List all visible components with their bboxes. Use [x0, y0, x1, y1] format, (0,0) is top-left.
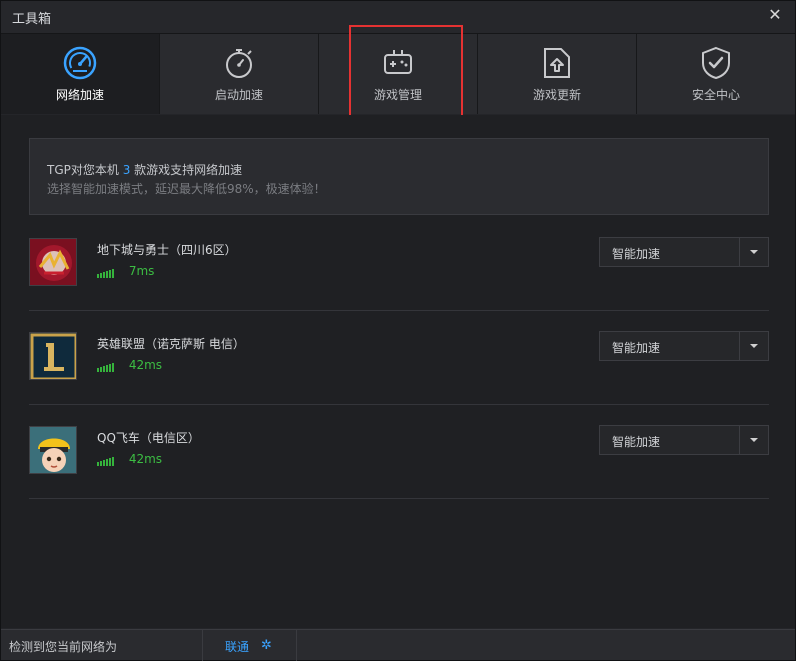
ping-value: 42ms — [128, 451, 163, 466]
ping-indicator: 42ms — [97, 451, 163, 466]
game-row: 地下城与勇士（四川6区） 7ms 智能加速 — [29, 217, 769, 311]
info-prefix: TGP对您本机 — [47, 163, 119, 177]
signal-bars-icon — [97, 452, 115, 466]
chevron-down-icon[interactable] — [740, 238, 768, 266]
accel-mode-value: 智能加速 — [612, 435, 661, 449]
accel-mode-select[interactable]: 智能加速 — [599, 331, 769, 361]
lol-game-icon — [29, 332, 77, 380]
gear-icon[interactable]: ✲ — [261, 638, 272, 653]
signal-bars-icon — [97, 358, 115, 372]
isp-section[interactable]: 联通 ✲ — [203, 630, 297, 661]
tab-game-management[interactable]: 游戏管理 — [319, 34, 478, 114]
network-label: 检测到您当前网络为 — [9, 640, 118, 654]
ping-value: 7ms — [128, 263, 155, 278]
network-status-section: 检测到您当前网络为 — [1, 630, 203, 661]
toolbox-window: 工具箱 ✕ 网络加速 启动加速 游戏管理 游戏更新 安全中心 TGP对您本机 3… — [0, 0, 796, 661]
tab-label: 安全中心 — [691, 88, 740, 102]
shield-check-icon — [702, 46, 730, 80]
accel-mode-select[interactable]: 智能加速 — [599, 425, 769, 455]
chevron-down-icon[interactable] — [740, 332, 768, 360]
speedometer-icon — [63, 46, 97, 80]
close-button[interactable]: ✕ — [765, 5, 785, 25]
tab-label: 游戏更新 — [532, 88, 581, 102]
game-name: 地下城与勇士（四川6区） — [97, 243, 237, 257]
qq-speed-game-icon — [29, 426, 77, 474]
info-suffix: 款游戏支持网络加速 — [134, 163, 243, 177]
chevron-down-icon[interactable] — [740, 426, 768, 454]
tab-label: 启动加速 — [214, 88, 263, 102]
info-subtitle: 选择智能加速模式，延迟最大降低98%，极速体验！ — [47, 182, 326, 196]
gamepad-icon — [384, 50, 412, 74]
tab-game-update[interactable]: 游戏更新 — [478, 34, 637, 114]
tab-label: 网络加速 — [55, 88, 104, 102]
game-name: QQ飞车（电信区） — [97, 431, 200, 445]
game-name: 英雄联盟（诺克萨斯 电信） — [97, 337, 245, 351]
info-game-count: 3 — [122, 163, 131, 177]
tab-startup-accel[interactable]: 启动加速 — [160, 34, 319, 114]
info-banner: TGP对您本机 3 款游戏支持网络加速 选择智能加速模式，延迟最大降低98%，极… — [29, 138, 769, 215]
stopwatch-icon — [226, 49, 252, 78]
isp-name[interactable]: 联通 — [225, 638, 249, 655]
tab-bar: 网络加速 启动加速 游戏管理 游戏更新 安全中心 — [1, 34, 795, 114]
accel-mode-select[interactable]: 智能加速 — [599, 237, 769, 267]
accel-mode-value: 智能加速 — [612, 247, 661, 261]
status-bar: 检测到您当前网络为 联通 ✲ — [1, 629, 795, 661]
tab-network-accel[interactable]: 网络加速 — [1, 34, 160, 114]
accel-mode-value: 智能加速 — [612, 341, 661, 355]
ping-indicator: 42ms — [97, 357, 163, 372]
folder-upload-icon — [544, 48, 570, 78]
dnf-game-icon — [29, 238, 77, 286]
tab-security-center[interactable]: 安全中心 — [637, 34, 795, 114]
title-bar: 工具箱 ✕ — [1, 1, 795, 34]
content-panel: TGP对您本机 3 款游戏支持网络加速 选择智能加速模式，延迟最大降低98%，极… — [1, 115, 795, 628]
game-row: 英雄联盟（诺克萨斯 电信） 42ms 智能加速 — [29, 311, 769, 405]
ping-value: 42ms — [128, 357, 163, 372]
tab-label: 游戏管理 — [373, 88, 422, 102]
window-title: 工具箱 — [12, 12, 52, 27]
ping-indicator: 7ms — [97, 263, 155, 278]
signal-bars-icon — [97, 264, 115, 278]
game-row: QQ飞车（电信区） 42ms 智能加速 — [29, 405, 769, 499]
info-headline: TGP对您本机 3 款游戏支持网络加速 — [47, 161, 242, 178]
